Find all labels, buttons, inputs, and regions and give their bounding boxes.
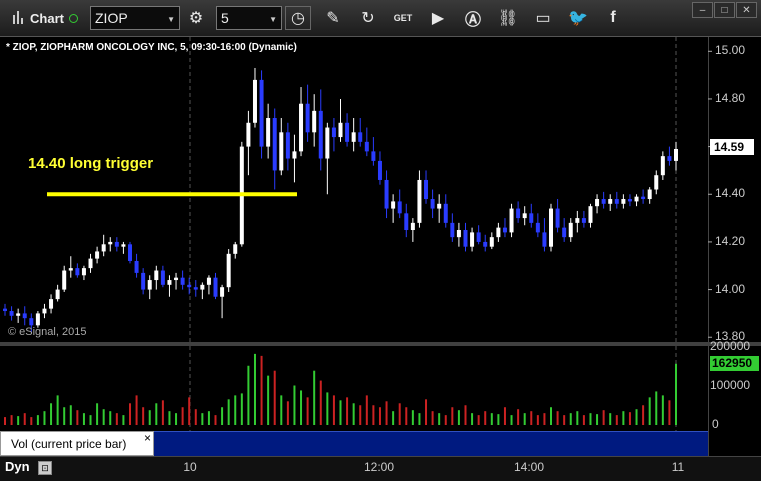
- chevron-down-icon: ▼: [269, 15, 277, 24]
- last-price-badge: 14.59: [710, 139, 754, 155]
- refresh-icon[interactable]: ↻: [355, 6, 381, 30]
- play-icon[interactable]: ▶: [425, 6, 451, 30]
- toolbar: Chart ZIOP ▼ ⚙ 5 ▼ ◷ ✎ ↻ GET ▶ Ⓐ ⛓ ▭ 🐦 f…: [0, 0, 761, 37]
- watermark: © eSignal, 2015: [8, 326, 87, 338]
- interval-input[interactable]: 5 ▼: [216, 6, 282, 30]
- close-button[interactable]: ✕: [736, 2, 757, 18]
- study-label-text: Vol (current price bar): [11, 437, 127, 451]
- chart-title: * ZIOP, ZIOPHARM ONCOLOGY INC, 5, 09:30-…: [6, 42, 297, 53]
- volume-tick-label: 100000: [710, 378, 751, 392]
- minimize-button[interactable]: –: [692, 2, 713, 18]
- study-label[interactable]: Vol (current price bar) ×: [0, 431, 154, 456]
- last-volume-badge: 162950: [710, 356, 759, 371]
- facebook-icon[interactable]: f: [600, 6, 626, 30]
- price-tick-label: 14.00: [715, 281, 746, 296]
- gear-icon[interactable]: ⚙: [183, 6, 209, 30]
- pencil-icon[interactable]: ✎: [320, 6, 346, 30]
- price-tick-label: 14.20: [715, 233, 746, 248]
- volume-pane[interactable]: [0, 346, 708, 431]
- lock-icon[interactable]: ⊡: [38, 461, 52, 475]
- time-tick-label: 11: [671, 460, 685, 474]
- symbol-value: ZIOP: [95, 10, 128, 26]
- volume-tick-label: 200000: [710, 339, 751, 353]
- price-tick-label: 14.80: [715, 90, 746, 105]
- interval-value: 5: [221, 10, 229, 26]
- price-tick-label: 15.00: [715, 43, 746, 58]
- time-tick-label: 10: [183, 460, 197, 474]
- chart-icon: [12, 11, 26, 25]
- close-icon[interactable]: ×: [144, 431, 151, 445]
- chevron-down-icon: ▼: [167, 15, 175, 24]
- a-icon[interactable]: Ⓐ: [460, 6, 486, 30]
- status-dot-icon: [68, 13, 78, 23]
- time-tick-label: 14:00: [513, 460, 545, 474]
- symbol-input[interactable]: ZIOP ▼: [90, 6, 180, 30]
- price-pane[interactable]: [0, 37, 708, 342]
- restore-button[interactable]: □: [714, 2, 735, 18]
- chart-label: Chart: [30, 10, 64, 26]
- price-tick-label: 14.40: [715, 186, 746, 201]
- mode-label[interactable]: Dyn: [5, 459, 30, 474]
- link-icon[interactable]: ⛓: [495, 6, 521, 30]
- chart-menu[interactable]: Chart: [4, 6, 86, 30]
- get-icon[interactable]: GET: [390, 6, 416, 30]
- twitter-icon[interactable]: 🐦: [565, 6, 591, 30]
- clock-icon[interactable]: ◷: [285, 6, 311, 30]
- volume-tick-label: 0: [712, 417, 719, 431]
- time-tick-label: 12:00: [363, 460, 395, 474]
- trigger-annotation[interactable]: 14.40 long trigger: [28, 155, 153, 172]
- comment-icon[interactable]: ▭: [530, 6, 556, 30]
